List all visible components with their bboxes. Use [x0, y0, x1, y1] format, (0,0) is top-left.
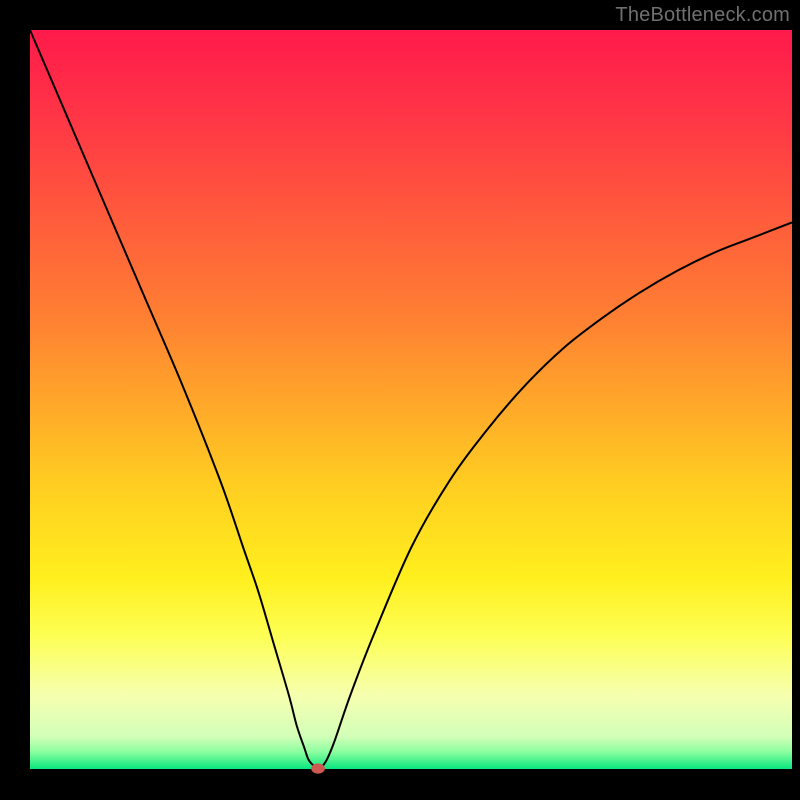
watermark-text: TheBottleneck.com	[615, 4, 790, 27]
bottleneck-chart	[0, 0, 800, 800]
plot-background	[30, 30, 792, 770]
chart-frame: TheBottleneck.com	[0, 0, 800, 800]
optimal-point-marker	[311, 763, 325, 773]
